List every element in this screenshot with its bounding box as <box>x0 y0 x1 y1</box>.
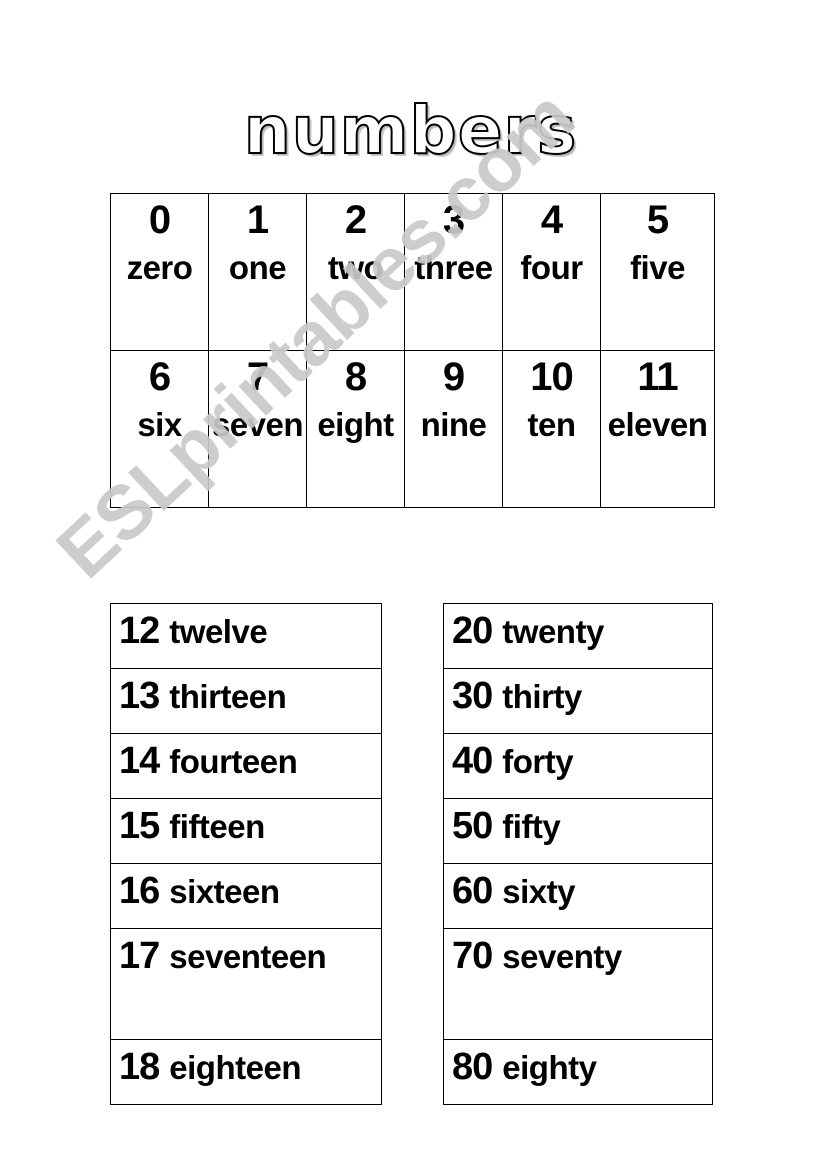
cell-word: eight <box>317 406 394 443</box>
list-item: 60 sixty <box>443 863 713 929</box>
tens-row-30: 30 thirty <box>443 668 713 734</box>
cell-word: zero <box>126 249 193 286</box>
number-cell-7: 7 seven <box>208 350 307 508</box>
cell-number: 6 <box>148 355 171 399</box>
list-item: 70 seventy <box>443 928 713 1040</box>
list-item: 30 thirty <box>443 668 713 734</box>
row-word: fifty <box>502 808 561 845</box>
cell-number: 1 <box>246 198 269 242</box>
row-word: thirty <box>502 678 582 715</box>
row-number: 60 <box>452 870 493 912</box>
number-cell-8: 8 eight <box>306 350 405 508</box>
tens-list-table: 20 twenty 30 thirty 40 forty 50 fifty 60 sixt… <box>443 603 713 1105</box>
table-row: 0 zero 1 one 2 two 3 three 4 four 5 five <box>110 193 715 351</box>
teens-row-13: 13 thirteen <box>110 668 382 734</box>
number-cell-2: 2 two <box>306 193 405 351</box>
list-item: 18 eighteen <box>110 1039 382 1105</box>
cell-number: 8 <box>344 355 367 399</box>
row-word: sixty <box>502 873 575 910</box>
cell-word: nine <box>420 406 487 443</box>
list-item: 50 fifty <box>443 798 713 864</box>
tens-row-40: 40 forty <box>443 733 713 799</box>
cell-word: four <box>520 249 583 286</box>
row-word: eighteen <box>169 1049 301 1086</box>
cell-word: eleven <box>607 406 708 443</box>
cell-number: 9 <box>442 355 465 399</box>
number-cell-3: 3 three <box>404 193 503 351</box>
teens-row-17: 17 seventeen <box>110 928 382 1040</box>
page-title: numbers <box>0 92 821 169</box>
row-number: 20 <box>452 610 493 652</box>
cell-number: 3 <box>442 198 465 242</box>
number-cell-10: 10 ten <box>502 350 601 508</box>
teens-row-18: 18 eighteen <box>110 1039 382 1105</box>
row-word: fifteen <box>169 808 265 845</box>
page-title-text: numbers <box>243 92 578 169</box>
cell-number: 5 <box>646 198 669 242</box>
row-number: 14 <box>119 740 160 782</box>
tens-row-50: 50 fifty <box>443 798 713 864</box>
tens-row-70: 70 seventy <box>443 928 713 1040</box>
row-word: thirteen <box>169 678 287 715</box>
number-cell-4: 4 four <box>502 193 601 351</box>
numbers-grid-table: 0 zero 1 one 2 two 3 three 4 four 5 five <box>110 193 715 508</box>
tens-row-80: 80 eighty <box>443 1039 713 1105</box>
row-word: twelve <box>169 613 268 650</box>
list-item: 15 fifteen <box>110 798 382 864</box>
teens-row-12: 12 twelve <box>110 603 382 669</box>
row-number: 16 <box>119 870 160 912</box>
cell-word: two <box>327 249 384 286</box>
cell-number: 7 <box>246 355 269 399</box>
row-number: 30 <box>452 675 493 717</box>
row-number: 17 <box>119 935 160 977</box>
number-cell-1: 1 one <box>208 193 307 351</box>
cell-word: three <box>414 249 493 286</box>
cell-number: 0 <box>148 198 171 242</box>
row-number: 18 <box>119 1046 160 1088</box>
cell-number: 4 <box>540 198 563 242</box>
row-word: twenty <box>502 613 604 650</box>
number-cell-5: 5 five <box>600 193 715 351</box>
list-item: 20 twenty <box>443 603 713 669</box>
row-number: 80 <box>452 1046 493 1088</box>
teens-list-table: 12 twelve 13 thirteen 14 fourteen 15 fifteen… <box>110 603 382 1105</box>
row-number: 50 <box>452 805 493 847</box>
cell-word: seven <box>211 406 304 443</box>
row-number: 70 <box>452 935 493 977</box>
row-number: 13 <box>119 675 160 717</box>
row-word: seventeen <box>169 938 327 975</box>
row-number: 15 <box>119 805 160 847</box>
cell-word: five <box>630 249 685 286</box>
number-cell-11: 11 eleven <box>600 350 715 508</box>
list-item: 17 seventeen <box>110 928 382 1040</box>
number-cell-6: 6 six <box>110 350 209 508</box>
teens-row-16: 16 sixteen <box>110 863 382 929</box>
cell-number: 10 <box>530 355 574 399</box>
cell-word: one <box>228 249 287 286</box>
list-item: 13 thirteen <box>110 668 382 734</box>
cell-number: 11 <box>637 355 678 399</box>
cell-word: ten <box>527 406 577 443</box>
tens-row-60: 60 sixty <box>443 863 713 929</box>
cell-word: six <box>137 406 182 443</box>
row-number: 12 <box>119 610 160 652</box>
cell-number: 2 <box>344 198 367 242</box>
row-word: fourteen <box>169 743 298 780</box>
number-cell-0: 0 zero <box>110 193 209 351</box>
list-item: 16 sixteen <box>110 863 382 929</box>
teens-row-15: 15 fifteen <box>110 798 382 864</box>
teens-row-14: 14 fourteen <box>110 733 382 799</box>
tens-row-20: 20 twenty <box>443 603 713 669</box>
row-word: forty <box>502 743 574 780</box>
list-item: 40 forty <box>443 733 713 799</box>
number-cell-9: 9 nine <box>404 350 503 508</box>
list-item: 14 fourteen <box>110 733 382 799</box>
list-item: 12 twelve <box>110 603 382 669</box>
row-word: eighty <box>502 1049 597 1086</box>
list-item: 80 eighty <box>443 1039 713 1105</box>
row-word: sixteen <box>169 873 280 910</box>
row-word: seventy <box>502 938 622 975</box>
table-row: 6 six 7 seven 8 eight 9 nine 10 ten 11 e… <box>110 350 715 508</box>
row-number: 40 <box>452 740 493 782</box>
